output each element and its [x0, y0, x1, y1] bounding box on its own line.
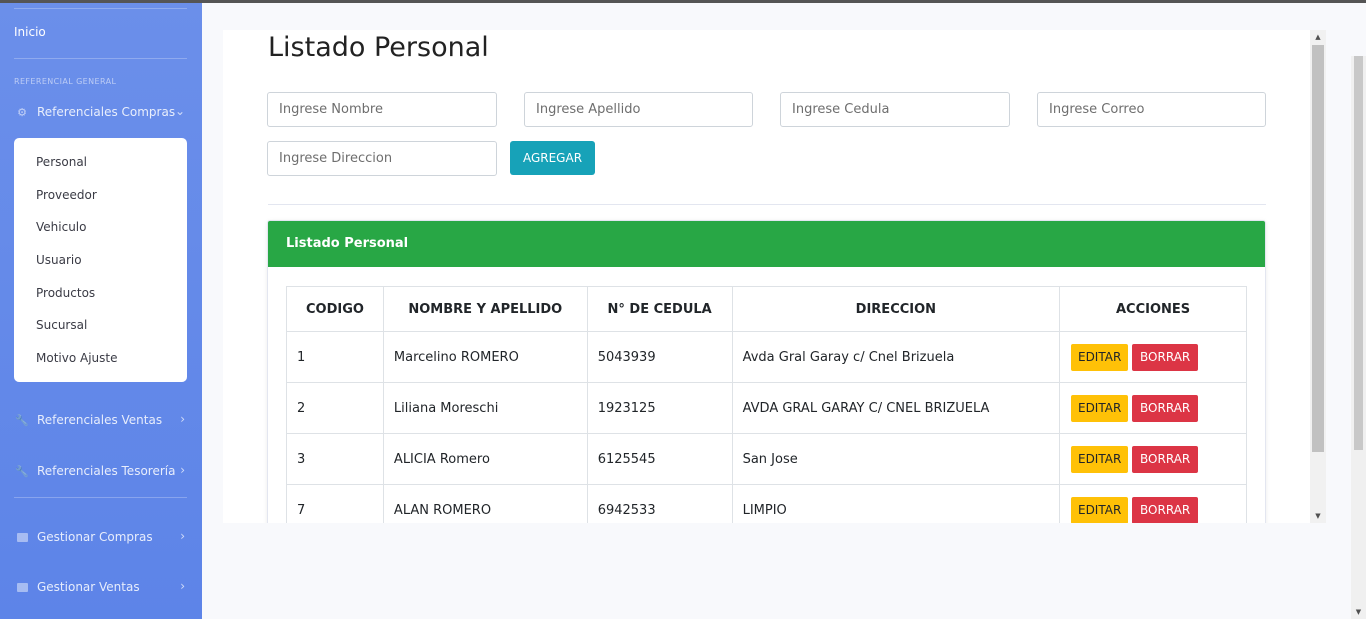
cell-nombre: Marcelino ROMERO [382, 331, 588, 383]
submenu-item-sucursal[interactable]: Sucursal [14, 309, 187, 342]
gear-icon: ⚙ [17, 105, 27, 119]
panel-title: Listado Personal [268, 221, 1265, 267]
sidebar-item-label: Referenciales Tesorería [37, 464, 176, 478]
sidebar-divider [14, 58, 187, 59]
wrench-icon: 🔧 [15, 413, 29, 427]
cell-direccion: San Jose [731, 433, 1061, 485]
cell-nombre: ALAN ROMERO [382, 484, 588, 523]
delete-button[interactable]: BORRAR [1132, 343, 1199, 371]
sidebar: Inicio REFERENCIAL GENERAL ⚙ Referencial… [0, 3, 202, 619]
delete-button[interactable]: BORRAR [1132, 445, 1199, 473]
sidebar-divider [14, 8, 187, 9]
box-icon [14, 530, 30, 544]
submenu-referenciales-compras: Personal Proveedor Vehiculo Usuario Prod… [14, 138, 187, 382]
delete-button[interactable]: BORRAR [1132, 496, 1199, 523]
cell-direccion: AVDA GRAL GARAY C/ CNEL BRIZUELA [731, 382, 1061, 434]
main-content: Listado Personal AGREGAR Listado Persona… [223, 30, 1310, 523]
table-row: 3 ALICIA Romero 6125545 San Jose EDITAR B… [286, 433, 1247, 485]
table-row: 7 ALAN ROMERO 6942533 LIMPIO EDITAR BORRA… [286, 484, 1247, 523]
sidebar-item-gestionar-ventas[interactable]: Gestionar Ventas › [14, 576, 187, 598]
cell-codigo: 1 [286, 331, 384, 383]
submenu-item-vehiculo[interactable]: Vehiculo [14, 211, 187, 244]
nombre-input[interactable] [267, 92, 497, 127]
sidebar-item-label: Gestionar Ventas [37, 580, 140, 594]
table-row: 1 Marcelino ROMERO 5043939 Avda Gral Gar… [286, 331, 1247, 383]
cell-codigo: 7 [286, 484, 384, 523]
sidebar-item-referenciales-tesoreria[interactable]: 🔧 Referenciales Tesorería › [14, 460, 187, 482]
sidebar-heading: REFERENCIAL GENERAL [14, 77, 117, 86]
submenu-item-motivo-ajuste[interactable]: Motivo Ajuste [14, 342, 187, 375]
column-header-nombre: NOMBRE Y APELLIDO [382, 286, 588, 332]
submenu-item-usuario[interactable]: Usuario [14, 244, 187, 277]
cell-direccion: LIMPIO [731, 484, 1061, 523]
table-header-row: CODIGO NOMBRE Y APELLIDO N° DE CEDULA DI… [286, 286, 1247, 332]
divider [268, 204, 1266, 205]
cell-acciones: EDITAR BORRAR [1059, 484, 1247, 523]
direccion-input[interactable] [267, 141, 497, 176]
page-title: Listado Personal [268, 32, 489, 63]
submenu-item-proveedor[interactable]: Proveedor [14, 179, 187, 212]
content-scrollbar[interactable]: ▲ ▼ [1310, 30, 1326, 523]
personal-panel: Listado Personal CODIGO NOMBRE Y APELLID… [267, 220, 1266, 523]
chevron-right-icon: › [180, 579, 185, 593]
top-strip [0, 0, 1366, 3]
cell-acciones: EDITAR BORRAR [1059, 382, 1247, 434]
wrench-icon: 🔧 [15, 464, 29, 478]
edit-button[interactable]: EDITAR [1071, 445, 1129, 473]
chevron-right-icon: › [180, 463, 185, 477]
edit-button[interactable]: EDITAR [1071, 343, 1129, 371]
scroll-down-arrow-icon[interactable]: ▼ [1310, 509, 1326, 523]
box-icon [14, 580, 30, 594]
edit-button[interactable]: EDITAR [1071, 394, 1129, 422]
chevron-down-icon: ⌄ [174, 104, 185, 118]
scroll-up-arrow-icon[interactable]: ▲ [1310, 30, 1326, 44]
submenu-item-personal[interactable]: Personal [14, 146, 187, 179]
delete-button[interactable]: BORRAR [1132, 394, 1199, 422]
sidebar-divider [14, 497, 187, 498]
cell-nombre: Liliana Moreschi [382, 382, 588, 434]
page-scrollbar[interactable]: ▼ [1351, 56, 1366, 619]
page-scroll-down-arrow-icon[interactable]: ▼ [1351, 605, 1366, 619]
cell-cedula: 5043939 [586, 331, 733, 383]
cell-cedula: 1923125 [586, 382, 733, 434]
personal-table: CODIGO NOMBRE Y APELLIDO N° DE CEDULA DI… [286, 286, 1247, 523]
correo-input[interactable] [1037, 92, 1266, 127]
page-scrollbar-thumb[interactable] [1354, 56, 1363, 450]
sidebar-item-label: Gestionar Compras [37, 530, 153, 544]
apellido-input[interactable] [524, 92, 753, 127]
agregar-button[interactable]: AGREGAR [510, 141, 595, 175]
column-header-codigo: CODIGO [286, 286, 384, 332]
cell-direccion: Avda Gral Garay c/ Cnel Brizuela [731, 331, 1061, 383]
cedula-input[interactable] [780, 92, 1010, 127]
sidebar-item-label: Referenciales Ventas [37, 413, 163, 427]
cell-cedula: 6942533 [586, 484, 733, 523]
scrollbar-thumb[interactable] [1312, 45, 1324, 452]
submenu-item-productos[interactable]: Productos [14, 277, 187, 310]
chevron-right-icon: › [180, 529, 185, 543]
column-header-acciones: ACCIONES [1059, 286, 1247, 332]
cell-acciones: EDITAR BORRAR [1059, 331, 1247, 383]
sidebar-item-referenciales-ventas[interactable]: 🔧 Referenciales Ventas › [14, 409, 187, 431]
table-row: 2 Liliana Moreschi 1923125 AVDA GRAL GAR… [286, 382, 1247, 434]
cell-codigo: 3 [286, 433, 384, 485]
sidebar-item-referenciales-compras[interactable]: ⚙ Referenciales Compras ⌄ [14, 101, 187, 123]
sidebar-item-gestionar-compras[interactable]: Gestionar Compras › [14, 526, 187, 548]
chevron-right-icon: › [180, 412, 185, 426]
cell-codigo: 2 [286, 382, 384, 434]
cell-cedula: 6125545 [586, 433, 733, 485]
sidebar-item-inicio[interactable]: Inicio [14, 25, 46, 39]
cell-acciones: EDITAR BORRAR [1059, 433, 1247, 485]
column-header-cedula: N° DE CEDULA [586, 286, 733, 332]
column-header-direccion: DIRECCION [731, 286, 1061, 332]
cell-nombre: ALICIA Romero [382, 433, 588, 485]
sidebar-item-label: Referenciales Compras [37, 105, 176, 119]
edit-button[interactable]: EDITAR [1071, 496, 1129, 523]
